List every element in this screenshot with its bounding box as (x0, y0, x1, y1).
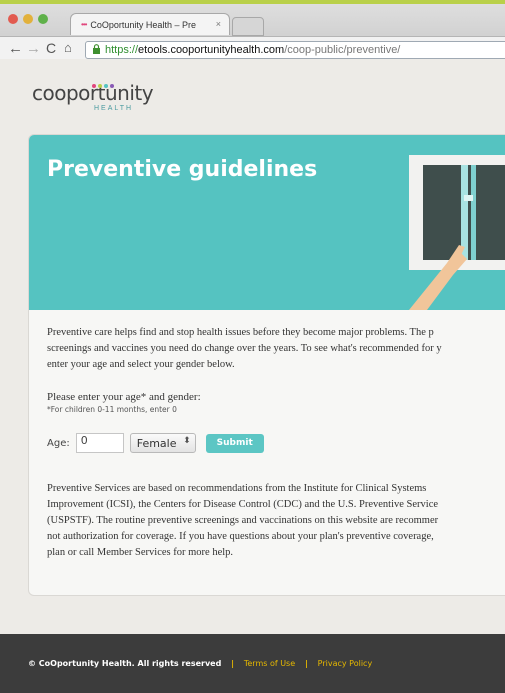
home-icon[interactable]: ⌂ (64, 40, 72, 55)
intro-text: Preventive care helps find and stop heal… (47, 325, 442, 373)
new-tab-button[interactable] (232, 17, 264, 36)
intro-line: screenings and vaccines you need do chan… (47, 343, 442, 354)
disclaimer-text: Preventive Services are based on recomme… (47, 481, 438, 561)
url-path: /coop-public/preventive/ (284, 44, 401, 56)
age-note: *For children 0-11 months, enter 0 (47, 405, 177, 414)
lock-icon (92, 43, 101, 57)
browser-tab[interactable]: ••• CoOportunity Health – Pre × (70, 13, 230, 35)
age-value: 0 (80, 434, 88, 447)
url-host: etools.cooportunityhealth.com (138, 44, 285, 56)
disclaimer-line: not authorization for coverage. If you h… (47, 531, 434, 542)
privacy-policy-link[interactable]: Privacy Policy (318, 659, 373, 668)
address-bar[interactable]: https:// etools.cooportunityhealth.com /… (85, 41, 505, 59)
zoom-window-button[interactable] (38, 14, 48, 24)
logo-dots (92, 75, 122, 88)
site-logo[interactable]: cooportunity HEALTH (32, 81, 154, 112)
back-arrow-icon[interactable]: ← (8, 40, 23, 57)
age-input[interactable]: 0 (75, 433, 124, 453)
disclaimer-line: (USPSTF). The routine preventive screeni… (47, 515, 439, 526)
copyright-text: © CoOportunity Health. All rights reserv… (28, 659, 222, 668)
hero-banner: Preventive guidelines (29, 135, 505, 310)
forward-arrow-icon[interactable]: → (26, 40, 41, 57)
submit-button[interactable]: Submit (205, 433, 264, 453)
footer-separator: | (304, 659, 308, 668)
preventive-form: Age: 0 Female ⬍ Submit (47, 431, 264, 455)
main-card: Preventive guidelines Preventive care he… (28, 134, 505, 596)
close-window-button[interactable] (8, 14, 18, 24)
disclaimer-line: Improvement (ICSI), the Centers for Dise… (47, 499, 439, 510)
minimize-window-button[interactable] (23, 14, 33, 24)
age-label: Age: (47, 437, 70, 449)
tab-title: CoOportunity Health – Pre (90, 19, 196, 30)
xray-illustration (409, 155, 505, 310)
footer-separator: | (231, 659, 235, 668)
form-prompt: Please enter your age* and gender: (47, 391, 201, 403)
favicon-icon: ••• (81, 20, 87, 29)
terms-of-use-link[interactable]: Terms of Use (244, 659, 295, 668)
gender-select[interactable]: Female ⬍ (129, 433, 196, 453)
gender-value: Female (136, 436, 177, 450)
browser-chrome: ••• CoOportunity Health – Pre × ← → C ⌂ … (0, 4, 505, 63)
page-content: cooportunity HEALTH Preventive guideline… (0, 59, 505, 693)
logo-subtitle: HEALTH (94, 105, 134, 112)
site-footer: © CoOportunity Health. All rights reserv… (0, 634, 505, 693)
url-scheme: https:// (105, 44, 139, 56)
reload-icon[interactable]: C (46, 40, 56, 56)
footer-line: © CoOportunity Health. All rights reserv… (28, 659, 372, 668)
page-title: Preventive guidelines (47, 157, 318, 182)
disclaimer-line: plan or call Member Services for more he… (47, 547, 234, 558)
intro-line: Preventive care helps find and stop heal… (47, 327, 434, 338)
disclaimer-line: Preventive Services are based on recomme… (47, 483, 427, 494)
select-arrows-icon: ⬍ (183, 436, 191, 446)
tab-close-icon[interactable]: × (216, 19, 221, 29)
intro-line: enter your age and select your gender be… (47, 359, 235, 370)
